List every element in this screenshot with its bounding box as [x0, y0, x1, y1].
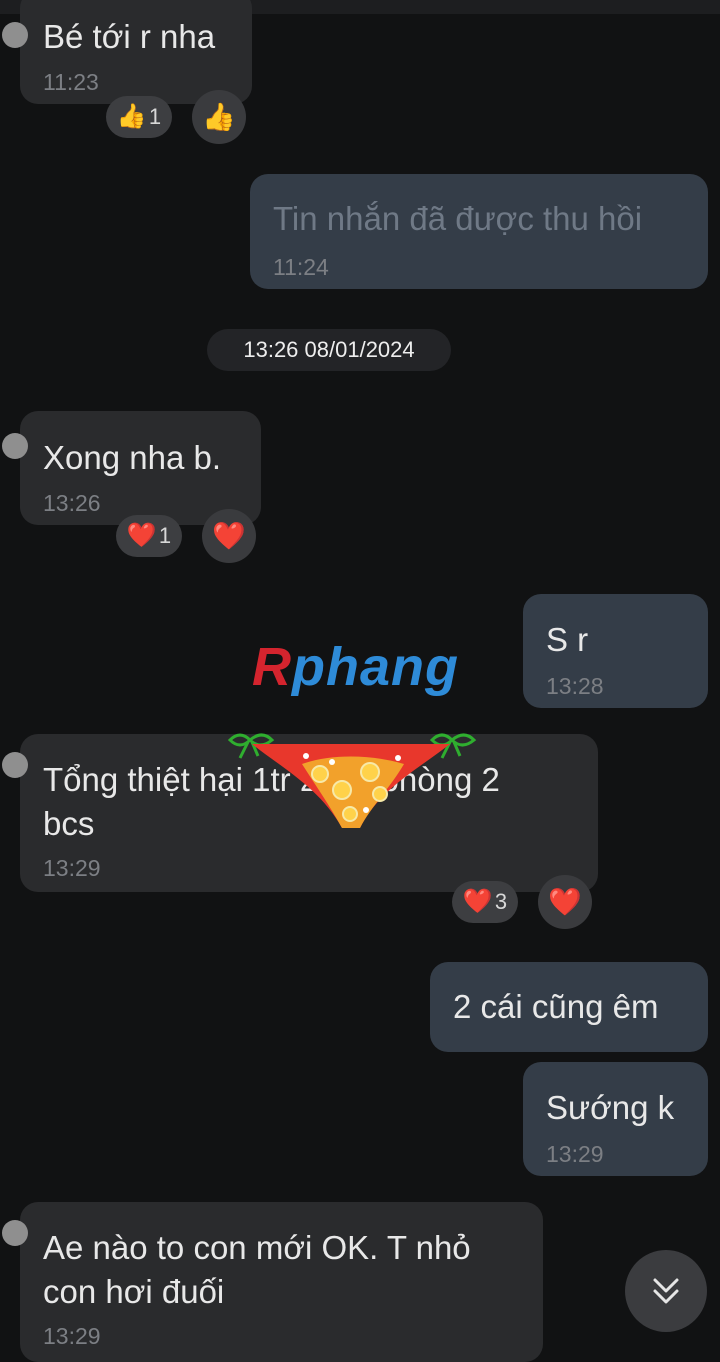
- message-text: Bé tới r nha: [43, 18, 216, 55]
- message-text-line-2: bcs: [43, 805, 95, 842]
- heart-icon: ❤️: [462, 888, 493, 915]
- avatar[interactable]: [2, 1220, 28, 1246]
- message-time: 13:26: [43, 490, 101, 516]
- message-text-line-2: con hơi đuối: [43, 1273, 225, 1310]
- heart-icon: ❤️: [212, 521, 246, 551]
- reaction-summary[interactable]: 👍 1: [106, 96, 172, 138]
- avatar[interactable]: [2, 22, 28, 48]
- reaction-count: 1: [148, 104, 162, 129]
- scroll-to-bottom-button[interactable]: [625, 1250, 707, 1332]
- reaction-summary[interactable]: ❤️ 1: [116, 515, 182, 557]
- avatar[interactable]: [2, 433, 28, 459]
- avatar[interactable]: [2, 752, 28, 778]
- double-chevron-down-icon: [653, 1278, 679, 1304]
- heart-icon: ❤️: [126, 522, 157, 549]
- message-time: 11:24: [273, 254, 329, 280]
- message-bubble-incoming[interactable]: Xong nha b. 13:26: [2, 411, 261, 525]
- message-bubble-incoming[interactable]: Ae nào to con mới OK. T nhỏ con hơi đuối…: [2, 1202, 543, 1362]
- message-bubble-outgoing[interactable]: S r 13:28: [523, 594, 708, 708]
- message-text: 2 cái cũng êm: [453, 988, 659, 1025]
- message-time: 13:29: [546, 1141, 604, 1167]
- recalled-message-text: Tin nhắn đã được thu hồi: [273, 200, 643, 237]
- message-bubble-outgoing[interactable]: Sướng k 13:29: [523, 1062, 708, 1176]
- message-time: 13:29: [43, 1323, 101, 1349]
- date-separator: 13:26 08/01/2024: [207, 329, 451, 371]
- watermark-logo: Rphang: [252, 637, 459, 697]
- thumbs-up-icon: 👍: [116, 103, 147, 130]
- message-text: Xong nha b.: [43, 439, 221, 476]
- heart-icon: ❤️: [548, 887, 582, 917]
- message-time: 11:23: [43, 69, 99, 95]
- reaction-count: 3: [494, 889, 508, 914]
- message-time: 13:28: [546, 673, 604, 699]
- reaction-summary[interactable]: ❤️ 3: [452, 881, 518, 923]
- message-text: S r: [546, 621, 589, 658]
- thumbs-up-icon: 👍: [202, 102, 236, 132]
- message-text: Sướng k: [546, 1089, 675, 1126]
- message-time: 13:29: [43, 855, 101, 881]
- bikini-sticker-icon: [227, 733, 477, 828]
- message-bubble-outgoing[interactable]: 2 cái cũng êm: [430, 962, 708, 1052]
- message-bubble-outgoing[interactable]: Tin nhắn đã được thu hồi 11:24: [250, 174, 708, 289]
- message-text-line-1: Ae nào to con mới OK. T nhỏ: [43, 1229, 471, 1266]
- react-button[interactable]: 👍: [192, 90, 246, 144]
- react-button[interactable]: ❤️: [538, 875, 592, 929]
- react-button[interactable]: ❤️: [202, 509, 256, 563]
- reaction-count: 1: [158, 523, 172, 548]
- message-bubble-incoming[interactable]: Bé tới r nha 11:23: [2, 0, 252, 104]
